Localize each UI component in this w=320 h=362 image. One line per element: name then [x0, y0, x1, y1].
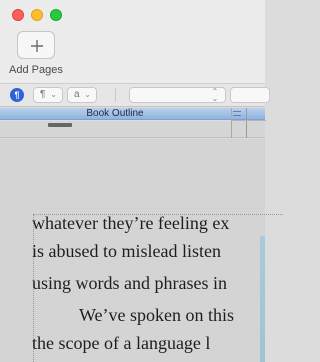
ruler-tick — [246, 108, 247, 138]
add-pages-label: Add Pages — [9, 64, 63, 76]
font-family-popup[interactable]: ⌃ ⌄ — [129, 87, 226, 103]
body-text-line[interactable]: the scope of a language l — [32, 333, 210, 354]
ruler-tick — [232, 120, 266, 121]
toolbar-separator — [115, 88, 116, 102]
book-outline-panel — [0, 121, 265, 138]
paragraph-style-value: ¶ — [40, 89, 46, 100]
right-edge-highlight — [260, 236, 265, 362]
add-pages-button[interactable] — [17, 31, 55, 59]
book-outline-title: Book Outline — [86, 108, 144, 119]
font-size-popup[interactable] — [230, 87, 270, 103]
body-text-line[interactable]: is abused to mislead listen — [32, 241, 221, 262]
book-outline-header[interactable]: Book Outline — [0, 108, 265, 120]
maximize-window-button[interactable] — [50, 9, 62, 21]
character-style-popup[interactable]: a ⌄ — [67, 87, 97, 103]
body-text-line[interactable]: We’ve spoken on this — [79, 305, 234, 326]
character-style-value: a — [74, 89, 80, 100]
plus-icon — [31, 40, 43, 52]
minimize-window-button[interactable] — [31, 9, 43, 21]
paragraph-style-popup[interactable]: ¶ ⌄ — [33, 87, 63, 103]
body-text-line[interactable]: using words and phrases in — [32, 273, 227, 294]
chevron-down-icon: ⌄ — [50, 90, 57, 99]
outline-scroll-indicator[interactable] — [48, 123, 72, 127]
body-text-line[interactable]: whatever they’re feeling ex — [32, 213, 229, 234]
close-window-button[interactable] — [12, 9, 24, 21]
format-bar: ¶ ¶ ⌄ a ⌄ ⌃ ⌄ — [0, 83, 270, 107]
window-titlebar: Add Pages — [0, 0, 265, 88]
ruler-corner — [231, 108, 266, 138]
chevron-down-icon: ⌄ — [84, 90, 91, 99]
up-down-chevron-icon: ⌃ ⌄ — [211, 87, 219, 103]
paragraph-icon[interactable]: ¶ — [10, 88, 24, 102]
